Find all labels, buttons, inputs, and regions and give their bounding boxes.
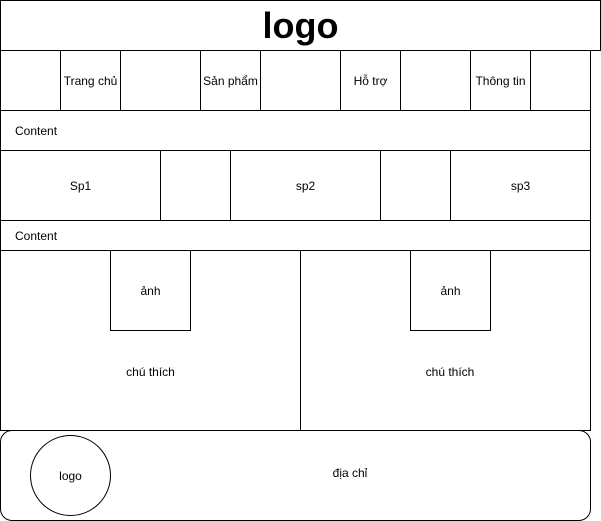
header-logo[interactable]: logo bbox=[263, 5, 339, 47]
content-label-1: Content bbox=[15, 123, 58, 138]
card-2-caption: chú thích bbox=[425, 365, 475, 379]
product-2-label: sp2 bbox=[295, 178, 316, 193]
footer-logo[interactable]: logo bbox=[30, 435, 111, 516]
nav-item-support-label: Hỗ trợ bbox=[353, 73, 388, 88]
content-section-2: Content bbox=[0, 220, 591, 251]
nav-item-products[interactable]: Sản phẩm bbox=[200, 50, 261, 111]
nav-item-info[interactable]: Thông tin bbox=[470, 50, 531, 111]
nav-item-home[interactable]: Trang chủ bbox=[60, 50, 121, 111]
product-spacer-2 bbox=[380, 150, 451, 221]
nav-item-info-label: Thông tin bbox=[475, 73, 526, 88]
footer-address: địa chỉ bbox=[332, 466, 368, 480]
product-1[interactable]: Sp1 bbox=[0, 150, 161, 221]
footer-logo-label: logo bbox=[59, 468, 82, 483]
product-spacer-1 bbox=[160, 150, 231, 221]
content-label-2: Content bbox=[15, 228, 58, 243]
nav-item-support[interactable]: Hỗ trợ bbox=[340, 50, 401, 111]
product-3-label: sp3 bbox=[510, 178, 531, 193]
card-1-caption: chú thích bbox=[126, 365, 175, 379]
nav-item-products-label: Sản phẩm bbox=[203, 73, 258, 88]
card-1-image-label: ảnh bbox=[140, 283, 161, 298]
card-2-image[interactable]: ảnh bbox=[410, 250, 491, 331]
header: logo bbox=[0, 0, 601, 51]
product-3[interactable]: sp3 bbox=[450, 150, 591, 221]
product-2[interactable]: sp2 bbox=[230, 150, 381, 221]
content-section-1: Content bbox=[0, 110, 591, 151]
card-2-image-label: ảnh bbox=[440, 283, 461, 298]
card-1-image[interactable]: ảnh bbox=[110, 250, 191, 331]
product-1-label: Sp1 bbox=[69, 178, 92, 193]
nav-item-home-label: Trang chủ bbox=[63, 73, 118, 88]
